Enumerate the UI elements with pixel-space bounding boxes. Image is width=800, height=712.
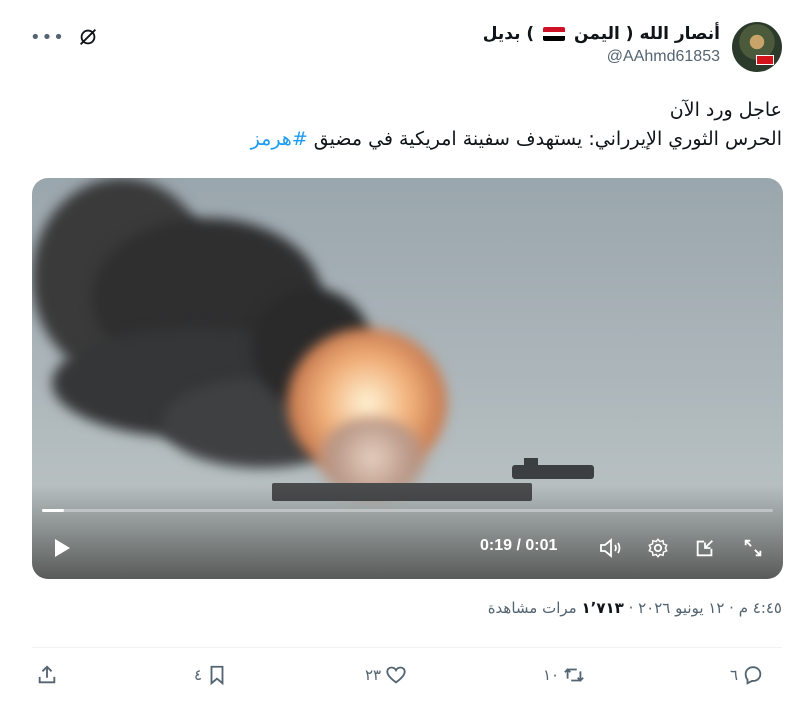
avatar[interactable]: [732, 22, 782, 72]
video-time: 0:19 / 0:01: [480, 537, 558, 554]
video-controls: 0:19 / 0:01: [32, 531, 783, 565]
views-label: مرات مشاهدة: [487, 599, 577, 617]
bookmark-icon: [206, 664, 228, 686]
divider: [32, 647, 782, 648]
popout-icon[interactable]: [692, 535, 718, 561]
heart-icon: [385, 664, 407, 686]
tweet-text: عاجل ورد الآن الحرس الثوري الإيرراني: يس…: [22, 96, 782, 154]
author-block[interactable]: أنصار الله ( اليمن ) بديل @AAhmd61853: [483, 24, 720, 66]
yemen-flag-icon: [543, 27, 566, 41]
like-count: ٢٣: [365, 666, 382, 684]
video-player[interactable]: 0:19 / 0:01: [32, 178, 783, 579]
display-name-suffix: ) بديل: [482, 24, 535, 44]
tweet-header: ••• أنصار الله ( اليمن ) بديل @AAhmd6185…: [30, 22, 782, 82]
author-handle[interactable]: @AAhmd61853: [483, 48, 720, 66]
tweet-timestamp[interactable]: ٤:٤٥ م · ١٢ يونيو ٢٠٢٦ ·: [629, 599, 782, 617]
tweet-text-line2: الحرس الثوري الإيرراني: يستهدف سفينة امر…: [22, 125, 782, 154]
views-count: ١٬٧١٣: [581, 599, 624, 617]
reply-count: ٦: [730, 666, 739, 684]
fullscreen-icon[interactable]: [740, 535, 766, 561]
tweet-actions: ٤ ٢٣ ١٠ ٦: [32, 664, 782, 698]
like-button[interactable]: ٢٣: [365, 664, 407, 686]
video-progress-fill: [42, 509, 64, 512]
grok-icon[interactable]: [77, 26, 99, 48]
repost-button[interactable]: ١٠: [543, 664, 585, 686]
share-button[interactable]: [36, 664, 58, 686]
avatar-badge-icon: [756, 55, 774, 65]
repost-icon: [563, 664, 585, 686]
reply-icon: [742, 664, 764, 686]
reply-button[interactable]: ٦: [730, 664, 764, 686]
header-actions: •••: [30, 26, 99, 48]
display-name-text: أنصار الله ( اليمن: [574, 24, 720, 44]
bookmark-count: ٤: [194, 666, 203, 684]
settings-icon[interactable]: [645, 535, 671, 561]
video-frame-ship: [524, 458, 538, 467]
author-display-name[interactable]: أنصار الله ( اليمن ) بديل: [483, 24, 720, 44]
more-options-icon[interactable]: •••: [30, 27, 65, 48]
tweet-meta: ٤:٤٥ م · ١٢ يونيو ٢٠٢٦ · ١٬٧١٣ مرات مشاه…: [488, 599, 782, 617]
bookmark-button[interactable]: ٤: [194, 664, 228, 686]
volume-icon[interactable]: [597, 535, 625, 561]
play-icon[interactable]: [50, 536, 74, 560]
tweet-text-line1: عاجل ورد الآن: [669, 99, 782, 121]
video-progress-bar[interactable]: [42, 509, 773, 512]
video-frame-ship: [512, 465, 594, 479]
repost-count: ١٠: [543, 666, 560, 684]
share-icon: [36, 664, 58, 686]
tweet-text-body: الحرس الثوري الإيرراني: يستهدف سفينة امر…: [313, 128, 782, 150]
hashtag-link[interactable]: #هرمز: [251, 128, 308, 150]
